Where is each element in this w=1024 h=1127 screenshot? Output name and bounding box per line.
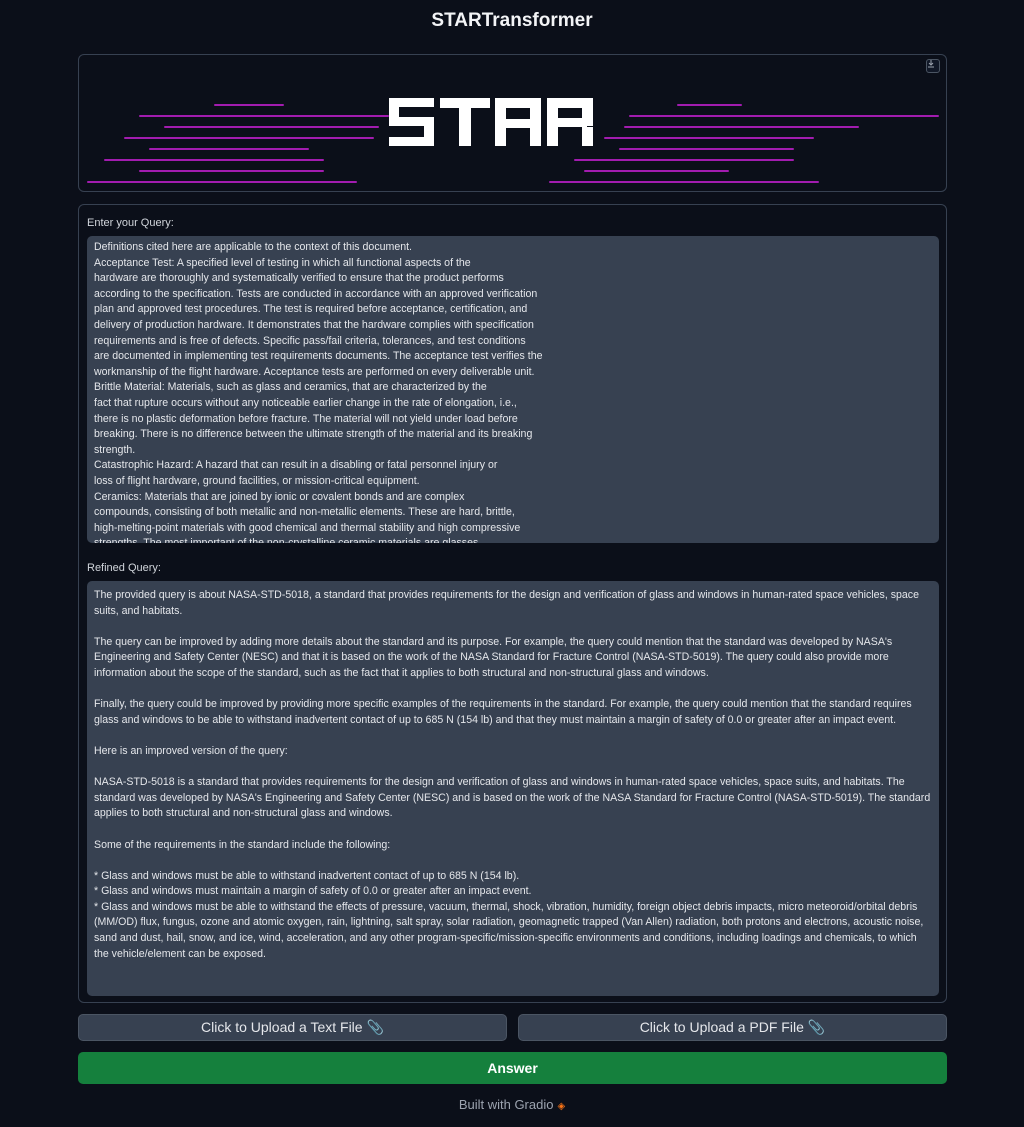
download-icon [928,60,934,68]
query-textarea[interactable]: Definitions cited here are applicable to… [87,236,939,543]
banner-image [78,54,947,192]
star-logo-graphic [87,98,939,183]
paperclip-icon: 📎 [807,1019,826,1035]
query-label: Enter your Query: [87,217,174,229]
query-panel: Enter your Query: Definitions cited here… [78,204,947,1003]
refined-query-textarea[interactable]: The provided query is about NASA-STD-501… [87,581,939,996]
upload-text-label: Click to Upload a Text File [200,1019,363,1035]
app-title: STARTransformer [431,10,593,31]
download-button[interactable] [926,59,940,73]
upload-pdf-label: Click to Upload a PDF File [639,1019,804,1035]
gradio-logo-icon: ◈ [557,1101,566,1112]
footer: Built with Gradio ◈ [0,1097,1024,1112]
paperclip-icon: 📎 [366,1019,385,1035]
refined-query-label: Refined Query: [87,562,161,574]
upload-pdf-file-button[interactable]: Click to Upload a PDF File 📎 [518,1014,947,1041]
footer-text[interactable]: Built with Gradio [459,1097,554,1112]
answer-button[interactable]: Answer [78,1052,947,1084]
upload-text-file-button[interactable]: Click to Upload a Text File 📎 [78,1014,507,1041]
